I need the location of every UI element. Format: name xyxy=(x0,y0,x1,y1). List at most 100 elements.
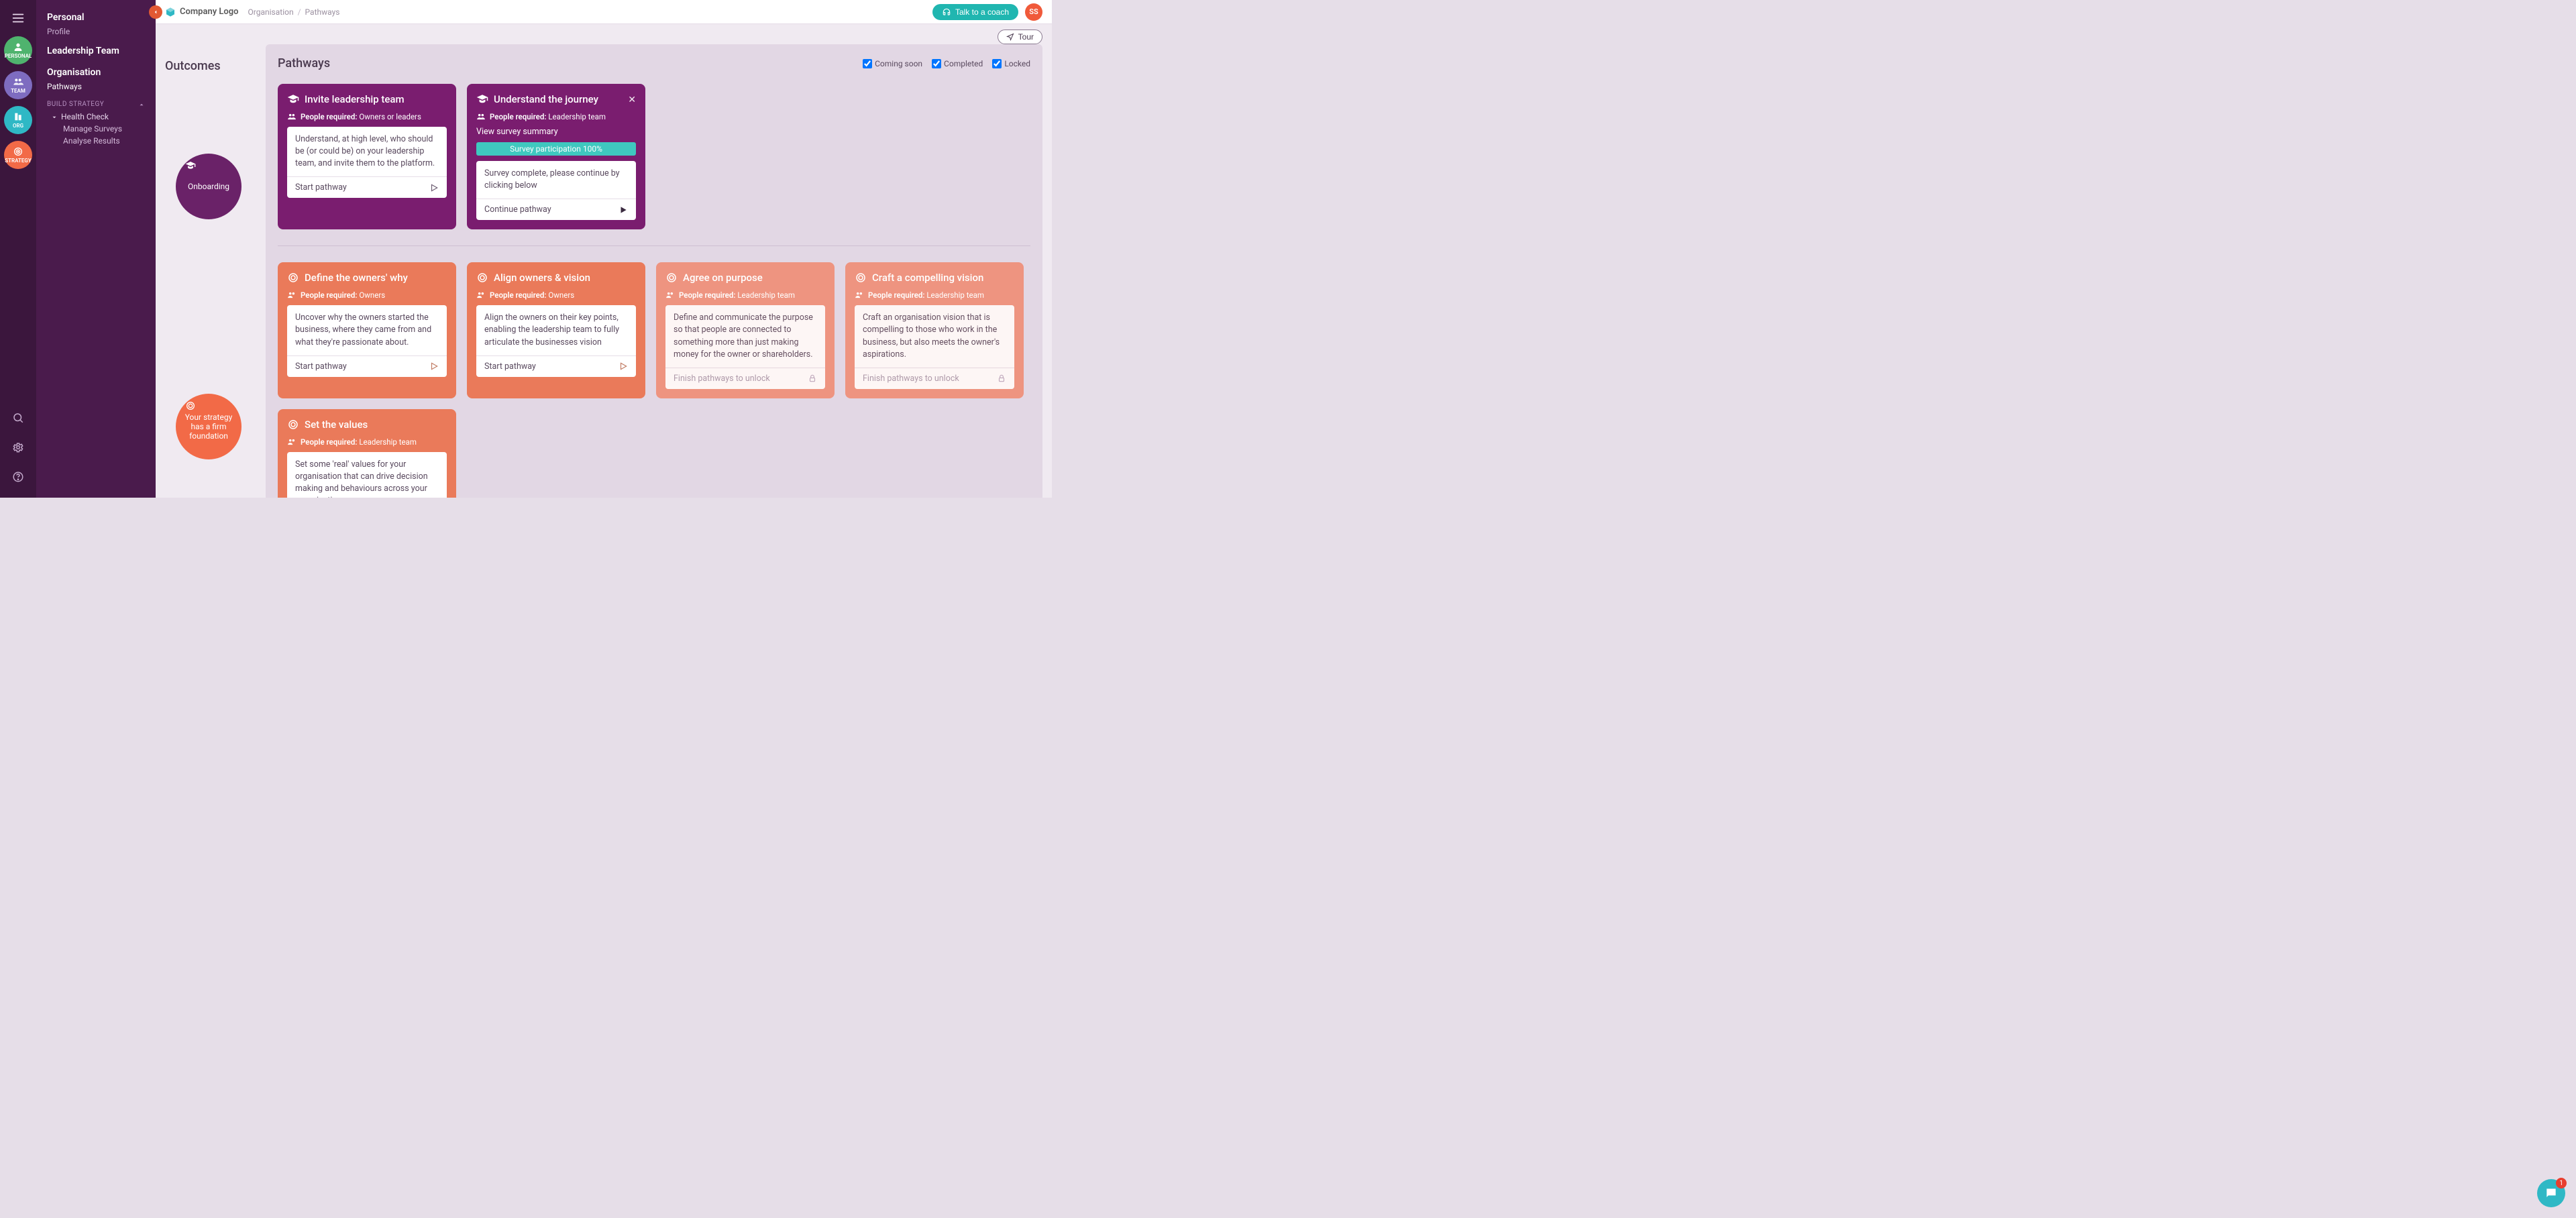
sidebar-analyse-results[interactable]: Analyse Results xyxy=(63,136,145,146)
card-title: Craft a compelling vision xyxy=(872,272,983,284)
rail-team[interactable]: TEAM xyxy=(4,71,32,99)
card-craft-vision: Craft a compelling vision People require… xyxy=(845,262,1024,398)
cursor-icon xyxy=(1006,33,1014,41)
chat-icon xyxy=(2544,1186,2558,1200)
pathways-heading: Pathways xyxy=(278,56,330,70)
chevron-down-icon xyxy=(51,114,58,121)
collapse-sidebar-button[interactable] xyxy=(149,5,162,19)
card-title: Invite leadership team xyxy=(305,93,405,105)
close-icon[interactable]: ✕ xyxy=(628,95,636,105)
target-icon xyxy=(287,272,299,284)
outcome-onboarding[interactable]: Onboarding xyxy=(176,154,241,219)
breadcrumb-pathways[interactable]: Pathways xyxy=(305,7,340,17)
target-icon xyxy=(855,272,867,284)
sidebar-organisation-title[interactable]: Organisation xyxy=(47,67,145,78)
view-survey-summary-link[interactable]: View survey summary xyxy=(476,127,636,137)
card-title: Align owners & vision xyxy=(494,272,590,284)
card-agree-purpose: Agree on purpose People required: Leader… xyxy=(656,262,835,398)
target-icon xyxy=(476,272,488,284)
lock-icon xyxy=(997,374,1006,383)
people-icon xyxy=(287,290,297,300)
card-description: Survey complete, please continue by clic… xyxy=(476,161,636,199)
play-outline-icon xyxy=(429,362,439,371)
card-title: Understand the journey xyxy=(494,93,598,105)
chevron-up-icon xyxy=(138,101,145,108)
outcome-foundation[interactable]: Your strategy has a firm foundation xyxy=(176,394,241,459)
talk-to-coach-button[interactable]: Talk to a coach xyxy=(932,4,1018,20)
topbar: Company Logo Organisation / Pathways Tal… xyxy=(156,0,1052,24)
filter-coming-soon[interactable]: Coming soon xyxy=(863,59,922,68)
chat-widget[interactable]: 1 xyxy=(2537,1179,2565,1207)
chat-badge: 1 xyxy=(2556,1178,2567,1188)
filter-checks: Coming soon Completed Locked xyxy=(863,59,1030,68)
settings-icon[interactable] xyxy=(7,436,30,459)
cube-icon xyxy=(165,7,176,17)
people-icon xyxy=(287,112,297,121)
play-outline-icon xyxy=(619,362,628,371)
sidebar: Personal Profile Leadership Team Organis… xyxy=(36,0,156,498)
rail-org[interactable]: ORG xyxy=(4,106,32,134)
card-title: Set the values xyxy=(305,419,368,431)
lock-icon xyxy=(808,374,817,383)
breadcrumb-organisation[interactable]: Organisation xyxy=(248,7,294,17)
main: Company Logo Organisation / Pathways Tal… xyxy=(156,0,1052,498)
icon-rail: PERSONAL TEAM ORG STRATEGY xyxy=(0,0,36,498)
card-description: Understand, at high level, who should be… xyxy=(287,127,447,176)
people-icon xyxy=(665,290,675,300)
target-icon xyxy=(665,272,678,284)
people-icon xyxy=(476,290,486,300)
continue-pathway-button[interactable]: Continue pathway xyxy=(476,199,636,220)
start-pathway-button[interactable]: Start pathway xyxy=(476,355,636,377)
menu-icon[interactable] xyxy=(7,7,30,30)
sidebar-build-strategy[interactable]: BUILD STRATEGY xyxy=(47,101,145,108)
pathways-column: Pathways Coming soon Completed Locked In… xyxy=(266,44,1042,498)
tour-button[interactable]: Tour xyxy=(998,30,1042,44)
people-icon xyxy=(476,112,486,121)
rail-team-label: TEAM xyxy=(11,88,25,94)
card-description: Uncover why the owners started the busin… xyxy=(287,305,447,355)
headset-icon xyxy=(942,7,951,17)
graduation-cap-icon xyxy=(476,93,488,105)
rail-org-label: ORG xyxy=(13,123,23,129)
rail-strategy[interactable]: STRATEGY xyxy=(4,141,32,169)
locked-pathway: Finish pathways to unlock xyxy=(665,368,825,389)
card-set-values: Set the values People required: Leadersh… xyxy=(278,409,456,498)
card-understand-journey: Understand the journey ✕ People required… xyxy=(467,84,645,229)
breadcrumb: Organisation / Pathways xyxy=(248,7,340,17)
card-title: Define the owners' why xyxy=(305,272,408,284)
target-icon xyxy=(185,400,196,411)
start-pathway-button[interactable]: Start pathway xyxy=(287,176,447,198)
card-title: Agree on purpose xyxy=(683,272,763,284)
rail-personal-label: PERSONAL xyxy=(5,53,32,59)
outcomes-column: Outcomes Onboarding Your strategy has a … xyxy=(165,44,266,498)
people-icon xyxy=(855,290,864,300)
card-align-vision: Align owners & vision People required: O… xyxy=(467,262,645,398)
card-description: Define and communicate the purpose so th… xyxy=(665,305,825,368)
play-outline-icon xyxy=(429,183,439,192)
survey-progress-bar: Survey participation 100% xyxy=(476,142,636,156)
card-owners-why: Define the owners' why People required: … xyxy=(278,262,456,398)
section-divider xyxy=(278,245,1030,246)
card-description: Craft an organisation vision that is com… xyxy=(855,305,1014,368)
rail-personal[interactable]: PERSONAL xyxy=(4,36,32,64)
search-icon[interactable] xyxy=(7,406,30,429)
help-icon[interactable] xyxy=(7,465,30,488)
graduation-cap-icon xyxy=(287,93,299,105)
target-icon xyxy=(287,419,299,431)
sidebar-manage-surveys[interactable]: Manage Surveys xyxy=(63,124,145,133)
sidebar-leadership-title[interactable]: Leadership Team xyxy=(47,46,145,56)
card-description: Set some 'real' values for your organisa… xyxy=(287,452,447,498)
avatar[interactable]: SS xyxy=(1025,3,1042,21)
sidebar-health-check[interactable]: Health Check xyxy=(51,112,145,121)
sidebar-pathways-link[interactable]: Pathways xyxy=(47,82,145,91)
people-icon xyxy=(287,437,297,447)
card-description: Align the owners on their key points, en… xyxy=(476,305,636,355)
filter-locked[interactable]: Locked xyxy=(992,59,1030,68)
sidebar-personal-title[interactable]: Personal xyxy=(47,12,145,23)
locked-pathway: Finish pathways to unlock xyxy=(855,368,1014,389)
company-logo[interactable]: Company Logo xyxy=(165,7,239,17)
start-pathway-button[interactable]: Start pathway xyxy=(287,355,447,377)
sidebar-profile-link[interactable]: Profile xyxy=(47,27,145,36)
rail-strategy-label: STRATEGY xyxy=(5,158,32,164)
filter-completed[interactable]: Completed xyxy=(932,59,983,68)
